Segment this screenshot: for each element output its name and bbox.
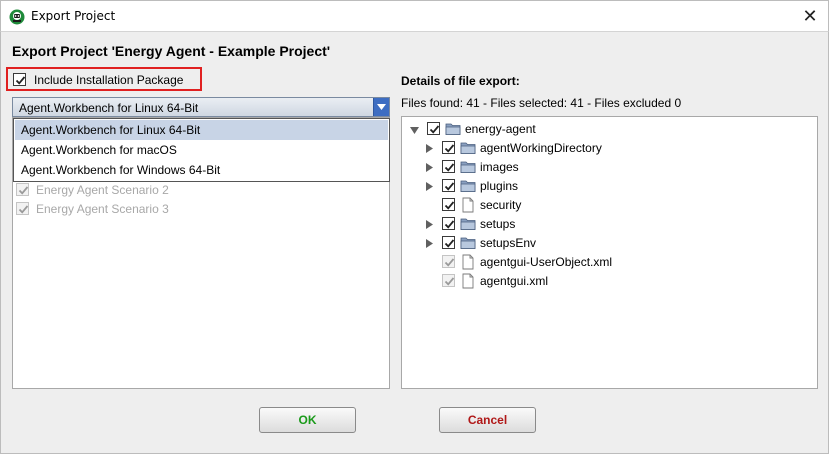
tree-node-label: setupsEnv: [480, 236, 537, 250]
tree-checkbox: [442, 274, 455, 287]
app-logo-icon: [9, 9, 25, 25]
files-summary: Files found: 41 - Files selected: 41 - F…: [401, 96, 682, 110]
include-installation-package-row[interactable]: Include Installation Package: [6, 67, 202, 91]
tree-checkbox[interactable]: [442, 160, 455, 173]
folder-icon: [460, 178, 476, 194]
tree-node-label: setups: [480, 217, 516, 231]
cancel-button[interactable]: Cancel: [439, 407, 536, 433]
file-icon: [460, 197, 476, 213]
file-tree[interactable]: energy-agent agentWorkingDirectory image…: [401, 116, 818, 389]
collapsed-arrow-icon[interactable]: [426, 142, 434, 153]
ok-button[interactable]: OK: [259, 407, 356, 433]
window-title: Export Project: [31, 9, 116, 23]
tree-node-label: security: [480, 198, 522, 212]
dropdown-option-macos[interactable]: Agent.Workbench for macOS: [15, 140, 388, 160]
tree-checkbox[interactable]: [442, 236, 455, 249]
installation-package-dropdown: Agent.Workbench for Linux 64-Bit Agent.W…: [13, 118, 390, 182]
scenario-label: Energy Agent Scenario 3: [36, 202, 169, 216]
folder-icon: [460, 140, 476, 156]
tree-checkbox[interactable]: [442, 198, 455, 211]
tree-checkbox: [442, 255, 455, 268]
tree-node-label: energy-agent: [465, 122, 536, 136]
collapsed-arrow-icon[interactable]: [426, 180, 434, 191]
include-installation-package-checkbox[interactable]: [13, 73, 26, 86]
scenario-label: Energy Agent Scenario 2: [36, 183, 169, 197]
folder-icon: [460, 159, 476, 175]
dialog-body: Export Project 'Energy Agent - Example P…: [0, 31, 829, 454]
file-icon: [460, 273, 476, 289]
tree-node-label: agentWorkingDirectory: [480, 141, 602, 155]
folder-icon: [460, 216, 476, 232]
details-label: Details of file export:: [401, 74, 520, 88]
scenario-checkbox[interactable]: [16, 202, 29, 215]
collapsed-arrow-icon[interactable]: [426, 161, 434, 172]
dropdown-option-windows[interactable]: Agent.Workbench for Windows 64-Bit: [15, 160, 388, 180]
include-installation-package-label: Include Installation Package: [34, 73, 184, 87]
folder-icon: [460, 235, 476, 251]
tree-checkbox[interactable]: [442, 217, 455, 230]
select-value: Agent.Workbench for Linux 64-Bit: [19, 101, 199, 115]
tree-node-label: agentgui.xml: [480, 274, 549, 288]
tree-checkbox[interactable]: [442, 179, 455, 192]
close-icon[interactable]: ✕: [792, 1, 828, 31]
title-bar: Export Project ✕: [0, 0, 829, 31]
installation-package-select[interactable]: Agent.Workbench for Linux 64-Bit: [12, 97, 390, 117]
chevron-down-icon[interactable]: [373, 98, 389, 116]
tree-checkbox[interactable]: [442, 141, 455, 154]
tree-node-label: plugins: [480, 179, 519, 193]
expanded-arrow-icon[interactable]: [410, 124, 419, 134]
collapsed-arrow-icon[interactable]: [426, 218, 434, 229]
dialog-heading: Export Project 'Energy Agent - Example P…: [12, 43, 331, 59]
tree-checkbox[interactable]: [427, 122, 440, 135]
collapsed-arrow-icon[interactable]: [426, 237, 434, 248]
folder-icon: [445, 121, 461, 137]
tree-node-label: images: [480, 160, 519, 174]
dropdown-option-linux[interactable]: Agent.Workbench for Linux 64-Bit: [15, 120, 388, 140]
file-icon: [460, 254, 476, 270]
scenario-checkbox[interactable]: [16, 183, 29, 196]
tree-node-label: agentgui-UserObject.xml: [480, 255, 613, 269]
